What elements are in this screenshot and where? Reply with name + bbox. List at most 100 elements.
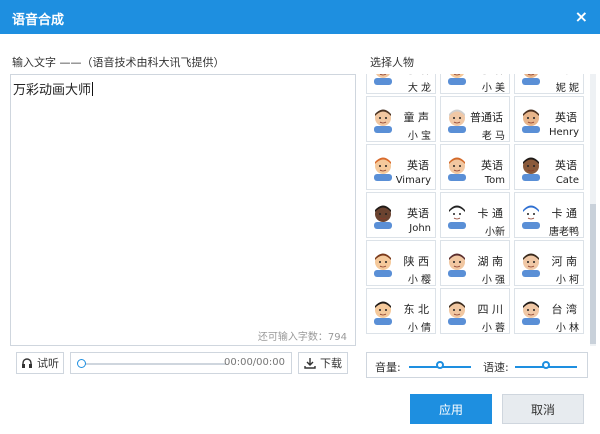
remaining-label: 还可输入字数： (257, 332, 328, 343)
volume-slider-knob[interactable] (436, 361, 444, 369)
voice-card[interactable]: 卡 通小新 (440, 192, 510, 238)
text-caret (92, 82, 94, 96)
avatar-icon (374, 253, 392, 277)
voice-card[interactable]: 河 南小 柯 (514, 240, 584, 286)
input-text: 万彩动画大师 (13, 82, 94, 98)
text-input-area[interactable]: 万彩动画大师 还可输入字数：794 (10, 74, 356, 346)
voice-type: 英语 (407, 207, 429, 220)
avatar-icon (374, 205, 392, 229)
voice-type: 童 声 (552, 74, 578, 77)
avatar-icon (374, 157, 392, 181)
voice-card[interactable]: 普通话老 马 (440, 96, 510, 142)
remaining-count: 794 (327, 332, 347, 343)
voice-card[interactable]: 卡 通唐老鸭 (514, 192, 584, 238)
voice-card[interactable]: 英语 Vimary (366, 144, 436, 190)
voice-card[interactable]: 陕 西小 樱 (366, 240, 436, 286)
voice-card[interactable]: 东 北小 倩 (366, 288, 436, 334)
voice-name: 小 强 (481, 275, 505, 286)
headphones-icon (22, 358, 32, 368)
voice-card[interactable]: 童 声小 宝 (366, 96, 436, 142)
avatar-icon (448, 205, 466, 229)
audio-player: 00:00/00:00 (70, 352, 292, 374)
voice-name: 小 林 (555, 323, 579, 334)
speed-label: 语速: (483, 361, 509, 374)
voice-name: 小 美 (481, 83, 505, 94)
voice-name: 小 柯 (555, 275, 579, 286)
voice-card[interactable]: 湖 南小 强 (440, 240, 510, 286)
avatar-icon (522, 157, 540, 181)
avatar-icon (448, 109, 466, 133)
voice-name: 妮 妮 (555, 83, 579, 94)
voice-type: 童 声 (403, 111, 430, 124)
voice-list-scrollbar[interactable] (590, 74, 596, 346)
voice-type: 四 川 (477, 303, 504, 316)
listen-label: 试听 (37, 357, 59, 370)
voice-name: Tom (484, 175, 505, 186)
voice-card[interactable]: 童 声妮 妮 (514, 74, 584, 94)
avatar-icon (448, 301, 466, 325)
volume-speed-controls: 音量: 语速: (366, 352, 588, 378)
voice-card[interactable]: 粤 语小 美 (440, 74, 510, 94)
playback-knob[interactable] (77, 359, 86, 368)
avatar-icon (374, 74, 392, 85)
voice-type: 英语 (407, 159, 429, 172)
voice-type: 陕 西 (403, 255, 430, 268)
voice-type: 河 南 (551, 255, 578, 268)
avatar-icon (522, 109, 540, 133)
avatar-icon (374, 109, 392, 133)
voice-name: 小 樱 (407, 275, 431, 286)
voice-card[interactable]: 英语 Cate (514, 144, 584, 190)
voice-name: 小 倩 (407, 323, 431, 334)
playback-time: 00:00/00:00 (223, 357, 285, 368)
voice-card[interactable]: 英语 Tom (440, 144, 510, 190)
download-button[interactable]: 下载 (298, 352, 348, 374)
voice-name: 唐老鸭 (549, 227, 579, 238)
voice-type: 粤 语 (478, 74, 504, 77)
voice-type: 湖 南 (477, 255, 504, 268)
download-label: 下载 (320, 357, 342, 370)
voice-list: 粤 语大 龙粤 语小 美童 声妮 妮童 声小 宝普通话老 马英语Henry英语V… (366, 74, 590, 346)
close-icon[interactable]: × (575, 7, 588, 26)
voice-name: 老 马 (481, 131, 505, 142)
voice-type: 卡 通 (551, 207, 578, 220)
download-icon (304, 358, 316, 369)
playback-track[interactable] (81, 363, 226, 365)
voice-type: 卡 通 (477, 207, 504, 220)
avatar-icon (448, 253, 466, 277)
voice-card[interactable]: 台 湾小 林 (514, 288, 584, 334)
voice-name: Cate (555, 175, 579, 186)
voice-name: 小新 (485, 227, 505, 238)
voice-card[interactable]: 英语 John (366, 192, 436, 238)
voice-type: 台 湾 (551, 303, 578, 316)
speed-slider-knob[interactable] (542, 361, 550, 369)
window-title: 语音合成 (12, 13, 65, 28)
avatar-icon (522, 253, 540, 277)
voice-type: 粤 语 (404, 74, 430, 77)
avatar-icon (448, 157, 466, 181)
avatar-icon (374, 301, 392, 325)
voice-card[interactable]: 四 川小 蓉 (440, 288, 510, 334)
voice-type: 英语 (481, 159, 503, 172)
listen-button[interactable]: 试听 (16, 352, 64, 374)
people-section-label: 选择人物 (370, 56, 414, 69)
avatar-icon (448, 74, 466, 85)
voice-card[interactable]: 英语 Henry (514, 96, 584, 142)
voice-name: John (409, 223, 431, 234)
voice-type: 英语 (555, 159, 577, 172)
voice-grid: 粤 语大 龙粤 语小 美童 声妮 妮童 声小 宝普通话老 马英语Henry英语V… (366, 74, 586, 334)
voice-name: 小 宝 (407, 131, 431, 142)
cancel-button[interactable]: 取消 (502, 394, 584, 424)
volume-label: 音量: (375, 361, 401, 374)
voice-name: 大 龙 (407, 83, 431, 94)
avatar-icon (522, 74, 540, 85)
avatar-icon (522, 205, 540, 229)
title-bar: 语音合成 × (0, 0, 600, 34)
scrollbar-thumb[interactable] (590, 204, 596, 344)
voice-type: 普通话 (470, 111, 503, 124)
voice-name: Henry (548, 127, 579, 138)
remaining-chars: 还可输入字数：794 (258, 328, 347, 343)
apply-button[interactable]: 应用 (410, 394, 492, 424)
voice-name: 小 蓉 (481, 323, 505, 334)
voice-card[interactable]: 粤 语大 龙 (366, 74, 436, 94)
voice-type: 英语 (555, 111, 577, 124)
